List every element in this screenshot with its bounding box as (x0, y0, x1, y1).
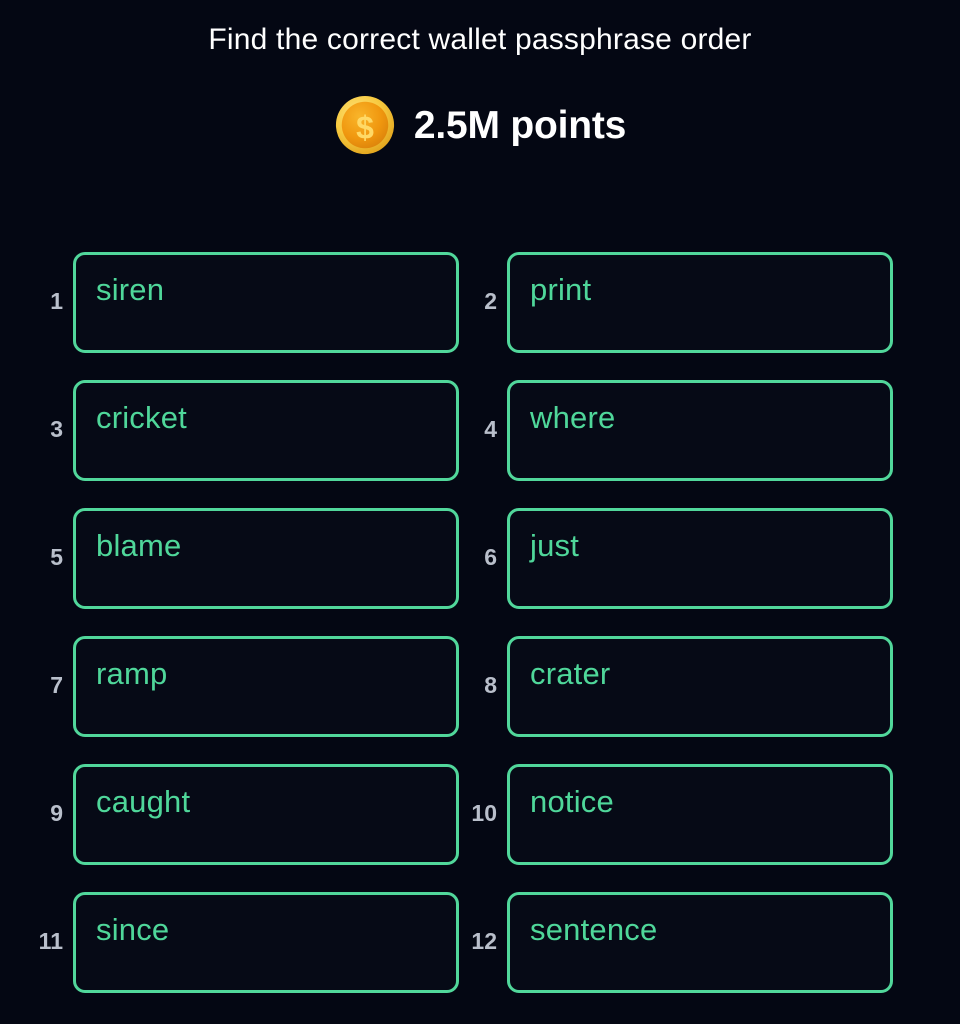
word-tile-10[interactable]: notice (507, 764, 893, 865)
word-cell-5: 5 blame (27, 508, 459, 609)
word-label-8: crater (530, 656, 611, 691)
header: Find the correct wallet passphrase order (0, 0, 960, 156)
word-label-5: blame (96, 528, 182, 563)
word-index-7: 7 (50, 672, 63, 698)
word-index-3: 3 (50, 416, 63, 442)
word-cell-3: 3 cricket (27, 380, 459, 481)
word-tile-7[interactable]: ramp (73, 636, 459, 737)
word-tile-6[interactable]: just (507, 508, 893, 609)
word-label-7: ramp (96, 656, 168, 691)
word-label-1: siren (96, 272, 165, 307)
word-tile-grid: 1 siren 2 print 3 cricket 4 where 5 blam… (0, 252, 960, 993)
word-index-8: 8 (484, 672, 497, 698)
word-index-4: 4 (484, 416, 497, 442)
word-index-5: 5 (50, 544, 63, 570)
word-tile-5[interactable]: blame (73, 508, 459, 609)
word-tile-3[interactable]: cricket (73, 380, 459, 481)
word-tile-12[interactable]: sentence (507, 892, 893, 993)
word-cell-7: 7 ramp (27, 636, 459, 737)
word-cell-9: 9 caught (27, 764, 459, 865)
coin-dollar-icon: $ (335, 95, 394, 155)
word-index-2: 2 (484, 288, 497, 314)
word-index-1: 1 (50, 288, 63, 314)
word-tile-11[interactable]: since (73, 892, 459, 993)
word-tile-4[interactable]: where (507, 380, 893, 481)
word-label-9: caught (96, 784, 191, 819)
word-cell-4: 4 where (461, 380, 893, 481)
word-index-12: 12 (471, 928, 497, 954)
page-title: Find the correct wallet passphrase order (208, 23, 752, 56)
points-row: $ 2.5M points (334, 94, 626, 156)
word-index-11: 11 (38, 928, 63, 954)
word-tile-8[interactable]: crater (507, 636, 893, 737)
word-label-4: where (530, 400, 616, 435)
word-tile-1[interactable]: siren (73, 252, 459, 353)
word-label-12: sentence (530, 912, 658, 947)
word-index-6: 6 (484, 544, 497, 570)
word-label-10: notice (530, 784, 614, 819)
points-value: 2.5M points (413, 103, 627, 147)
word-tile-2[interactable]: print (507, 252, 893, 353)
word-label-2: print (530, 272, 592, 307)
word-label-3: cricket (96, 400, 187, 435)
passphrase-order-screen: Find the correct wallet passphrase order (0, 0, 960, 1024)
word-index-10: 10 (471, 800, 497, 826)
word-index-9: 9 (50, 800, 63, 826)
word-cell-10: 10 notice (461, 764, 893, 865)
word-cell-8: 8 crater (461, 636, 893, 737)
word-cell-12: 12 sentence (461, 892, 893, 993)
word-cell-6: 6 just (461, 508, 893, 609)
word-cell-2: 2 print (461, 252, 893, 353)
word-label-11: since (96, 912, 170, 947)
word-cell-1: 1 siren (27, 252, 459, 353)
word-label-6: just (530, 528, 580, 563)
word-tile-9[interactable]: caught (73, 764, 459, 865)
svg-text:$: $ (356, 110, 374, 146)
word-cell-11: 11 since (27, 892, 459, 993)
